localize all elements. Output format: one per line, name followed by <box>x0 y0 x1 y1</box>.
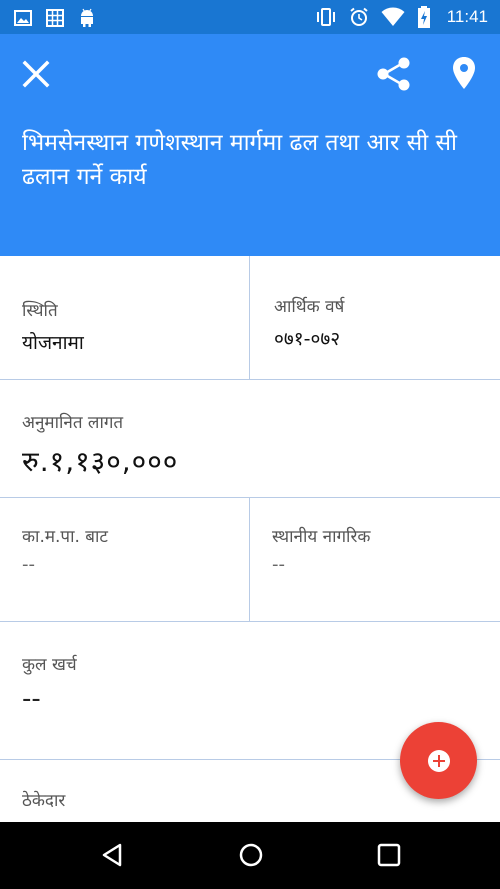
local-citizens-label: स्थानीय नागरिक <box>272 527 371 547</box>
back-icon <box>102 843 122 867</box>
recent-apps-icon <box>377 843 401 867</box>
status-bar-right: 11:41 <box>315 6 488 28</box>
location-pin-icon <box>453 57 475 89</box>
estimated-cost-label: अनुमानित लागत <box>22 413 124 433</box>
share-icon <box>377 57 410 91</box>
status-label: स्थिति <box>22 301 58 321</box>
navigation-bar <box>0 822 500 889</box>
status-cell: स्थिति योजनामा <box>0 256 249 379</box>
fiscal-year-cell: आर्थिक वर्ष ०७१-०७२ <box>249 256 500 379</box>
kmc-contribution-cell: का.म.पा. बाट -- <box>0 498 249 621</box>
alarm-icon <box>350 7 368 26</box>
row-contributions: का.म.पा. बाट -- स्थानीय नागरिक -- <box>0 498 500 622</box>
close-button[interactable] <box>18 56 54 92</box>
android-icon <box>81 8 93 27</box>
battery-charging-icon <box>417 6 430 28</box>
wifi-icon <box>381 7 405 26</box>
row-status-fiscal: स्थिति योजनामा आर्थिक वर्ष ०७१-०७२ <box>0 256 500 380</box>
add-fab-button[interactable] <box>400 722 477 799</box>
row-estimated-cost: अनुमानित लागत रु.१,१३०,००० <box>0 380 500 498</box>
contractor-label: ठेकेदार <box>22 791 66 811</box>
location-button[interactable] <box>446 54 482 94</box>
local-citizens-cell: स्थानीय नागरिक -- <box>249 498 500 621</box>
home-button[interactable] <box>236 840 266 870</box>
local-citizens-value: -- <box>272 554 285 575</box>
vibrate-icon <box>316 8 335 26</box>
status-clock: 11:41 <box>446 7 488 26</box>
image-icon <box>14 10 32 26</box>
kmc-contribution-value: -- <box>22 554 35 575</box>
status-bar: 11:41 <box>0 0 500 34</box>
fiscal-year-value: ०७१-०७२ <box>274 328 341 350</box>
app-bar: भिमसेनस्थान गणेशस्थान मार्गमा ढल तथा आर … <box>0 34 500 256</box>
grid-icon <box>46 9 64 27</box>
kmc-contribution-label: का.म.पा. बाट <box>22 527 108 547</box>
share-button[interactable] <box>374 54 414 94</box>
home-icon <box>239 843 263 867</box>
back-button[interactable] <box>98 840 128 870</box>
recent-apps-button[interactable] <box>374 840 404 870</box>
status-bar-left <box>14 8 96 28</box>
fiscal-year-label: आर्थिक वर्ष <box>274 297 345 317</box>
close-icon <box>22 60 50 88</box>
total-expense-label: कुल खर्च <box>22 655 77 675</box>
add-icon <box>428 750 450 772</box>
page-title: भिमसेनस्थान गणेशस्थान मार्गमा ढल तथा आर … <box>22 130 458 190</box>
estimated-cost-value: रु.१,१३०,००० <box>22 445 179 478</box>
status-value: योजनामा <box>22 332 84 354</box>
total-expense-value: -- <box>22 684 41 714</box>
